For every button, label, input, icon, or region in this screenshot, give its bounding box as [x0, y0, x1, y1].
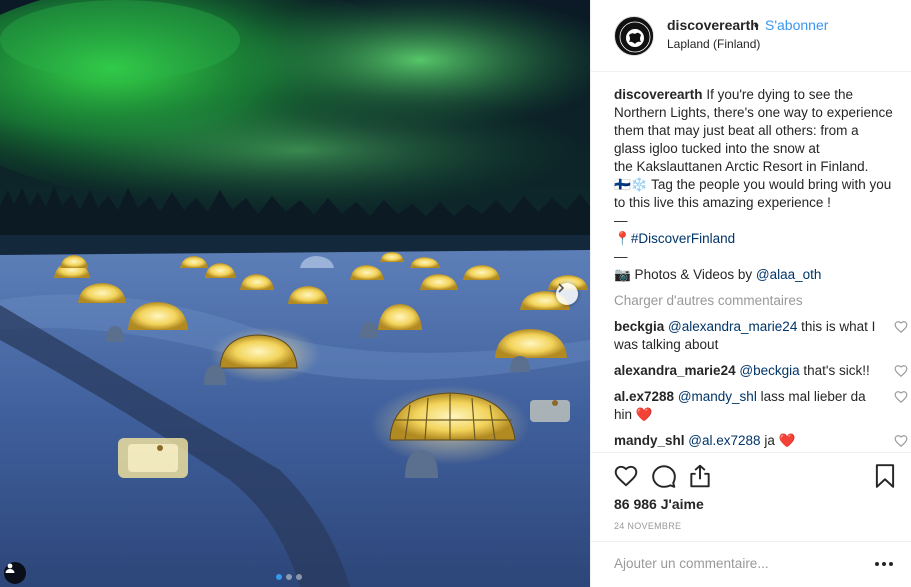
- caption-credit: 📷 Photos & Videos by: [614, 267, 756, 282]
- avatar[interactable]: [614, 16, 654, 56]
- load-more-comments-button[interactable]: Charger d'autres commentaires: [614, 292, 904, 310]
- caption-text-line: 🇫🇮❄️ Tag the people you would bring with…: [614, 177, 892, 192]
- add-comment-input[interactable]: [614, 556, 864, 571]
- post-actions: 86 986 J'aime 24 NOVEMBRE: [591, 452, 911, 587]
- comment-item: mandy_shl @al.ex7288 ja ❤️: [614, 432, 908, 450]
- post-side-panel: discoverearth • S'abonner Lapland (Finla…: [590, 0, 911, 587]
- pin-icon: 📍: [614, 231, 631, 246]
- comment-item: beckgia @alexandra_marie24 this is what …: [614, 318, 908, 354]
- caption-text-line: If you're dying to see the: [706, 87, 853, 102]
- comment-bubble-icon[interactable]: [651, 463, 677, 489]
- user-tag-button[interactable]: [4, 562, 26, 584]
- location-link[interactable]: Lapland (Finland): [667, 37, 760, 51]
- comment-text: ja ❤️: [760, 433, 796, 448]
- comment-mention[interactable]: @beckgia: [739, 363, 799, 378]
- chevron-right-icon: [558, 283, 565, 293]
- bookmark-icon[interactable]: [872, 463, 898, 489]
- post-caption: discoverearth If you're dying to see the…: [614, 86, 904, 284]
- more-dots-icon[interactable]: [874, 558, 894, 570]
- follow-button[interactable]: S'abonner: [765, 17, 828, 33]
- caption-text-line: the Kakslauttanen Arctic Resort in Finla…: [614, 159, 869, 174]
- comment-like-heart-icon[interactable]: [894, 364, 908, 378]
- comment-like-heart-icon[interactable]: [894, 320, 908, 334]
- heart-outline-icon[interactable]: [613, 463, 639, 489]
- caption-text-line: them that may just beat all others: from…: [614, 123, 859, 138]
- caption-text-line: to this live this amazing experience !: [614, 195, 831, 210]
- comment-item: alexandra_marie24 @beckgia that's sick!!: [614, 362, 908, 380]
- aurora-igloo-image: [0, 0, 590, 587]
- comment-username[interactable]: alexandra_marie24: [614, 363, 736, 378]
- header-username[interactable]: discoverearth: [667, 17, 759, 33]
- carousel-dot: [296, 574, 302, 580]
- instagram-post: discoverearth • S'abonner Lapland (Finla…: [0, 0, 911, 587]
- comments-section: discoverearth If you're dying to see the…: [614, 86, 908, 450]
- comment-item: al.ex7288 @mandy_shl lass mal lieber da …: [614, 388, 908, 424]
- comment-text: that's sick!!: [799, 363, 870, 378]
- caption-text-line: Northern Lights, there's one way to expe…: [614, 105, 893, 120]
- caption-username[interactable]: discoverearth: [614, 87, 703, 102]
- credit-mention-link[interactable]: @alaa_oth: [756, 267, 822, 282]
- add-comment-bar: [591, 541, 911, 587]
- share-icon[interactable]: [687, 463, 713, 489]
- caption-divider: —: [614, 249, 628, 264]
- post-header: discoverearth • S'abonner Lapland (Finla…: [591, 0, 911, 72]
- comment-username[interactable]: mandy_shl: [614, 433, 685, 448]
- post-date[interactable]: 24 NOVEMBRE: [614, 521, 681, 531]
- comment-mention[interactable]: @alexandra_marie24: [668, 319, 797, 334]
- carousel-dot: [276, 574, 282, 580]
- hashtag-link[interactable]: #DiscoverFinland: [631, 231, 735, 246]
- comment-mention[interactable]: @al.ex7288: [688, 433, 760, 448]
- comment-username[interactable]: beckgia: [614, 319, 664, 334]
- carousel-dot: [286, 574, 292, 580]
- header-separator: •: [754, 17, 759, 33]
- carousel-indicator: [276, 574, 302, 580]
- comment-like-heart-icon[interactable]: [894, 390, 908, 404]
- comment-like-heart-icon[interactable]: [894, 434, 908, 448]
- caption-text-line: glass igloo tucked into the snow at: [614, 141, 820, 156]
- likes-count[interactable]: 86 986 J'aime: [614, 496, 704, 512]
- carousel-next-button[interactable]: [556, 283, 578, 305]
- comment-mention[interactable]: @mandy_shl: [678, 389, 757, 404]
- comment-username[interactable]: al.ex7288: [614, 389, 674, 404]
- caption-divider: —: [614, 213, 628, 228]
- discover-earth-logo: [616, 18, 653, 55]
- user-tag-icon: [5, 563, 15, 573]
- post-photo[interactable]: [0, 0, 590, 587]
